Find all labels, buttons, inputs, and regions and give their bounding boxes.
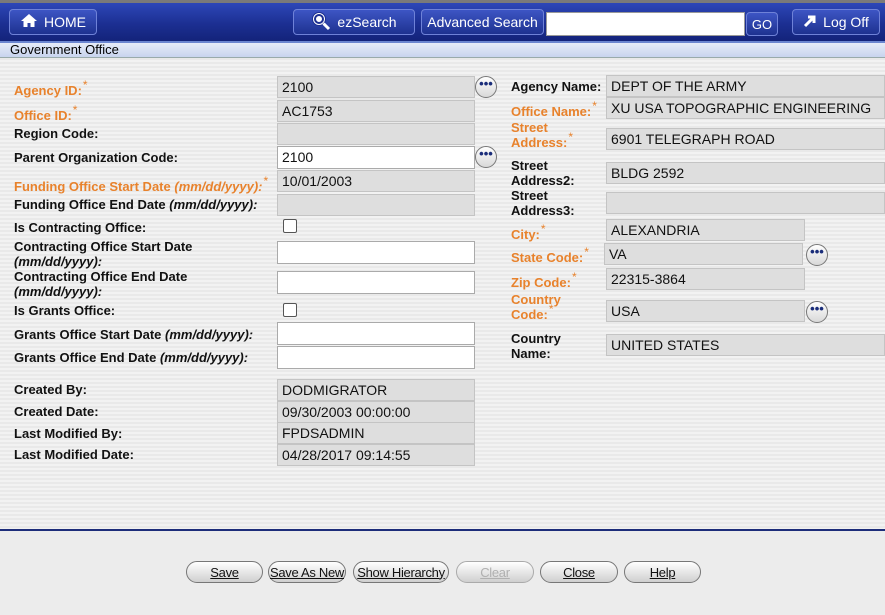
last-modified-by-field: FPDSADMIN — [277, 422, 475, 444]
grants-start-date-input[interactable] — [277, 322, 475, 345]
go-label: GO — [751, 16, 773, 32]
grants-end-date-label: Grants Office End Date (mm/dd/yyyy): — [14, 350, 249, 365]
search-input[interactable] — [546, 12, 745, 36]
agency-id-field[interactable]: 2100 — [277, 76, 475, 98]
country-name-field: UNITED STATES — [606, 334, 885, 356]
created-by-field: DODMIGRATOR — [277, 379, 475, 401]
save-button[interactable]: Save — [186, 561, 263, 583]
office-id-label: Office ID:* — [14, 103, 78, 123]
agency-id-label: Agency ID:* — [14, 78, 88, 98]
created-by-label: Created By: — [14, 382, 87, 397]
is-grants-office-checkbox[interactable] — [283, 303, 297, 317]
ezsearch-label: ezSearch — [337, 14, 397, 30]
country-lookup-button[interactable]: ••• — [806, 301, 828, 323]
funding-start-date-label: Funding Office Start Date (mm/dd/yyyy):* — [14, 174, 269, 194]
grants-start-date-label: Grants Office Start Date (mm/dd/yyyy): — [14, 327, 254, 342]
agency-lookup-button[interactable]: ••• — [475, 76, 497, 98]
ezsearch-button[interactable]: ezSearch — [293, 9, 415, 35]
office-name-label: Office Name:* — [511, 99, 597, 119]
agency-name-label: Agency Name: — [511, 79, 602, 94]
zip-code-label: Zip Code:* — [511, 270, 577, 290]
parent-org-code-label: Parent Organization Code: — [14, 150, 178, 165]
zip-code-field[interactable]: 22315-3864 — [606, 268, 805, 290]
state-code-label: State Code:* — [511, 245, 589, 265]
street-address2-label: Street Address2: — [511, 158, 575, 188]
street-address-label: Street Address:* — [511, 120, 574, 150]
advanced-search-label: Advanced Search — [427, 14, 538, 30]
state-code-field[interactable]: VA — [604, 243, 803, 265]
home-button[interactable]: HOME — [9, 9, 97, 35]
log-off-button[interactable]: Log Off — [792, 9, 880, 35]
go-button[interactable]: GO — [746, 12, 778, 36]
region-code-field[interactable] — [277, 123, 475, 145]
country-code-field[interactable]: USA — [606, 300, 805, 322]
street-address3-label: Street Address3: — [511, 188, 575, 218]
funding-end-date-label: Funding Office End Date (mm/dd/yyyy): — [14, 197, 258, 212]
page-title: Government Office — [0, 41, 885, 58]
funding-start-date-field[interactable]: 10/01/2003 — [277, 170, 475, 192]
street-address3-field[interactable] — [606, 192, 885, 214]
created-date-label: Created Date: — [14, 404, 99, 419]
country-name-label: Country Name: — [511, 331, 561, 361]
magnifier-icon — [311, 11, 331, 34]
last-modified-date-field: 04/28/2017 09:14:55 — [277, 444, 475, 466]
state-lookup-button[interactable]: ••• — [806, 244, 828, 266]
region-code-label: Region Code: — [14, 126, 99, 141]
agency-name-field: DEPT OF THE ARMY — [606, 75, 885, 97]
advanced-search-button[interactable]: Advanced Search — [421, 9, 544, 35]
is-contracting-office-checkbox[interactable] — [283, 219, 297, 233]
funding-end-date-field[interactable] — [277, 194, 475, 216]
is-contracting-office-label: Is Contracting Office: — [14, 220, 147, 235]
parent-org-code-input[interactable]: 2100 — [277, 146, 475, 169]
grants-end-date-input[interactable] — [277, 346, 475, 369]
contracting-end-date-input[interactable] — [277, 271, 475, 294]
street-address2-field[interactable]: BLDG 2592 — [606, 162, 885, 184]
help-button[interactable]: Help — [624, 561, 701, 583]
arrow-up-right-icon — [803, 14, 817, 31]
is-grants-office-label: Is Grants Office: — [14, 303, 116, 318]
office-id-field[interactable]: AC1753 — [277, 100, 475, 122]
close-button[interactable]: Close — [540, 561, 618, 583]
country-code-label: Country Code:* — [511, 292, 561, 322]
office-name-field[interactable]: XU USA TOPOGRAPHIC ENGINEERING — [606, 97, 885, 119]
city-field[interactable]: ALEXANDRIA — [606, 219, 805, 241]
last-modified-by-label: Last Modified By: — [14, 426, 123, 441]
show-hierarchy-button[interactable]: Show Hierarchy — [353, 561, 449, 583]
parent-org-lookup-button[interactable]: ••• — [475, 146, 497, 168]
footer-divider — [0, 529, 885, 531]
contracting-start-date-input[interactable] — [277, 241, 475, 264]
last-modified-date-label: Last Modified Date: — [14, 447, 134, 462]
home-label: HOME — [44, 14, 86, 30]
contracting-start-date-label: Contracting Office Start Date (mm/dd/yyyy… — [14, 239, 193, 269]
created-date-field: 09/30/2003 00:00:00 — [277, 401, 475, 423]
house-icon — [20, 13, 38, 31]
save-as-new-button[interactable]: Save As New — [268, 561, 346, 583]
top-navigation-bar: HOME ezSearch Advanced Search GO Log Off — [0, 0, 885, 41]
contracting-end-date-label: Contracting Office End Date (mm/dd/yyyy): — [14, 269, 188, 299]
street-address-field[interactable]: 6901 TELEGRAPH ROAD — [606, 128, 885, 150]
clear-button[interactable]: Clear — [456, 561, 534, 583]
log-off-label: Log Off — [823, 14, 869, 30]
city-label: City:* — [511, 222, 546, 242]
